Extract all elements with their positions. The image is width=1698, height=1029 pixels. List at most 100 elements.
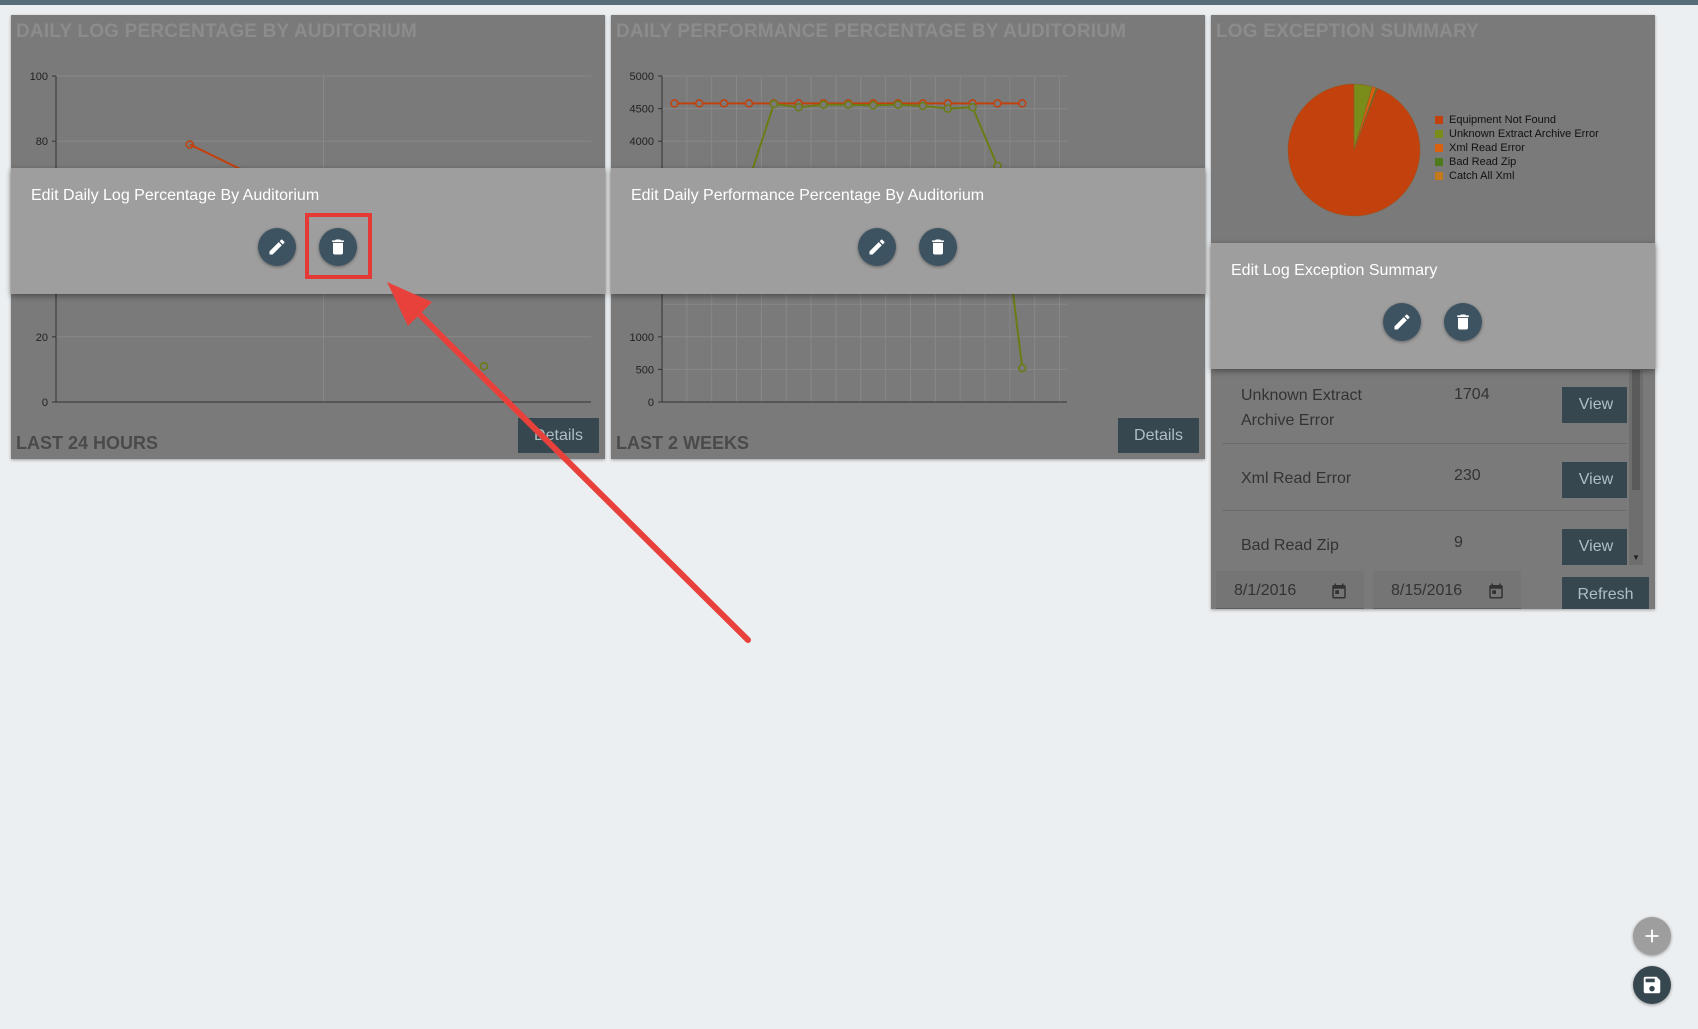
legend-entry[interactable]: Xml Read Error	[1435, 141, 1599, 155]
legend-label: Equipment Not Found	[1449, 114, 1557, 126]
date-filter-row: 8/1/2016 8/15/2016 Refresh	[1211, 565, 1655, 609]
top-app-bar	[0, 0, 1698, 5]
legend-entry[interactable]: Equipment Not Found	[1435, 113, 1599, 127]
edit-overlay-title: Edit Log Exception Summary	[1231, 262, 1438, 279]
y-tick-label: 0	[42, 397, 48, 409]
details-label: Details	[1134, 426, 1183, 444]
legend-swatch	[1435, 116, 1443, 124]
save-icon	[1643, 976, 1661, 994]
delete-button[interactable]	[919, 228, 957, 266]
pie-chart-area: Equipment Not Found Unknown Extract Archi…	[1211, 15, 1655, 258]
data-point[interactable]	[769, 99, 779, 109]
details-button[interactable]: Details	[518, 418, 599, 453]
data-point[interactable]	[744, 99, 754, 108]
data-point[interactable]	[1018, 99, 1027, 108]
legend-swatch	[1435, 172, 1443, 180]
exception-name: Unknown Extract Archive Error	[1241, 387, 1362, 429]
y-tick-label: 80	[36, 136, 48, 148]
list-scrollbar[interactable]: ▼	[1629, 370, 1643, 565]
legend-label: Bad Read Zip	[1449, 156, 1517, 168]
data-point[interactable]	[893, 100, 903, 109]
scrollbar-thumb[interactable]	[1632, 370, 1640, 490]
legend-entry[interactable]: Unknown Extract Archive Error	[1435, 127, 1599, 141]
pencil-icon	[869, 239, 885, 255]
widget-footer: LAST 2 WEEKS	[616, 433, 750, 453]
y-tick-label: 4500	[630, 104, 654, 116]
y-tick-label: 0	[648, 397, 654, 409]
data-point[interactable]	[968, 103, 977, 112]
data-point[interactable]	[943, 104, 952, 113]
edit-button[interactable]	[1383, 303, 1421, 341]
data-point[interactable]	[794, 103, 803, 112]
list-item: Bad Read Zip 9 View	[1222, 511, 1627, 565]
pie-legend: Equipment Not Found Unknown Extract Archi…	[1435, 113, 1599, 183]
y-tick-label: 100	[30, 71, 48, 83]
date-from-field[interactable]: 8/1/2016	[1216, 571, 1364, 609]
edit-overlay-title: Edit Daily Log Percentage By Auditorium	[31, 187, 320, 204]
details-button[interactable]: Details	[1118, 418, 1199, 453]
view-button[interactable]: View	[1562, 387, 1627, 423]
legend-entry[interactable]: Bad Read Zip	[1435, 155, 1599, 169]
widget-footer: LAST 24 HOURS	[16, 433, 159, 453]
y-tick-label: 4000	[630, 136, 654, 148]
data-point[interactable]	[819, 100, 828, 109]
list-item: Xml Read Error 230 View	[1222, 444, 1627, 511]
data-point[interactable]	[868, 101, 878, 110]
legend-label: Catch All Xml	[1449, 170, 1515, 182]
data-point[interactable]	[918, 101, 928, 111]
exception-name: Xml Read Error	[1241, 470, 1352, 487]
y-tick-label: 500	[636, 364, 654, 376]
y-tick-label: 20	[36, 332, 48, 344]
add-widget-button[interactable]	[1633, 917, 1671, 955]
date-to-field[interactable]: 8/15/2016	[1373, 571, 1521, 609]
widget-title: DAILY PERFORMANCE PERCENTAGE BY AUDITORI…	[616, 21, 1127, 42]
date-to-value: 8/15/2016	[1391, 582, 1463, 599]
exception-count: 1704	[1454, 386, 1490, 403]
legend-label: Unknown Extract Archive Error	[1449, 128, 1599, 140]
calendar-icon[interactable]	[1487, 582, 1505, 600]
data-point[interactable]	[993, 99, 1002, 108]
exception-count: 230	[1454, 467, 1481, 484]
data-point[interactable]	[719, 99, 729, 108]
legend-label: Xml Read Error	[1449, 142, 1525, 154]
delete-button[interactable]	[1444, 303, 1482, 341]
details-label: Details	[534, 426, 583, 444]
legend-swatch	[1435, 158, 1443, 166]
edit-overlay-log-exception: Edit Log Exception Summary	[1211, 243, 1655, 369]
edit-button[interactable]	[858, 228, 896, 266]
calendar-icon[interactable]	[1330, 582, 1348, 600]
refresh-button[interactable]: Refresh	[1562, 577, 1649, 609]
edit-button[interactable]	[258, 228, 296, 266]
data-point[interactable]	[479, 361, 489, 371]
legend-entry[interactable]: Catch All Xml	[1435, 169, 1599, 183]
delete-button[interactable]	[319, 228, 357, 266]
y-tick-label: 5000	[630, 71, 654, 83]
trash-icon	[1457, 314, 1469, 330]
plus-icon	[1645, 929, 1659, 943]
y-tick-label: 1000	[630, 332, 654, 344]
view-button[interactable]: View	[1562, 529, 1627, 565]
edit-overlay-daily-performance: Edit Daily Performance Percentage By Aud…	[611, 168, 1205, 294]
pencil-icon	[1394, 314, 1410, 330]
data-point[interactable]	[1018, 363, 1027, 373]
data-point[interactable]	[844, 100, 853, 109]
data-point[interactable]	[670, 99, 679, 108]
exception-list[interactable]: Unknown Extract Archive Error 1704 View Xml…	[1222, 370, 1627, 565]
widget-title: DAILY LOG PERCENTAGE BY AUDITORIUM	[16, 21, 417, 42]
trash-icon	[932, 239, 944, 255]
trash-icon	[332, 239, 344, 255]
date-from-value: 8/1/2016	[1234, 582, 1297, 599]
pencil-icon	[269, 239, 285, 255]
data-point[interactable]	[695, 99, 704, 108]
legend-swatch	[1435, 144, 1443, 152]
scroll-down-icon[interactable]: ▼	[1632, 553, 1640, 562]
exception-count: 9	[1454, 534, 1463, 551]
data-point[interactable]	[185, 140, 194, 149]
edit-overlay-daily-log: Edit Daily Log Percentage By Auditorium	[11, 168, 605, 294]
exception-name: Bad Read Zip	[1241, 537, 1339, 554]
save-layout-button[interactable]	[1633, 966, 1671, 1004]
list-item: Unknown Extract Archive Error 1704 View	[1222, 370, 1627, 444]
edit-overlay-title: Edit Daily Performance Percentage By Aud…	[631, 187, 985, 204]
legend-swatch	[1435, 130, 1443, 138]
view-button[interactable]: View	[1562, 462, 1627, 498]
